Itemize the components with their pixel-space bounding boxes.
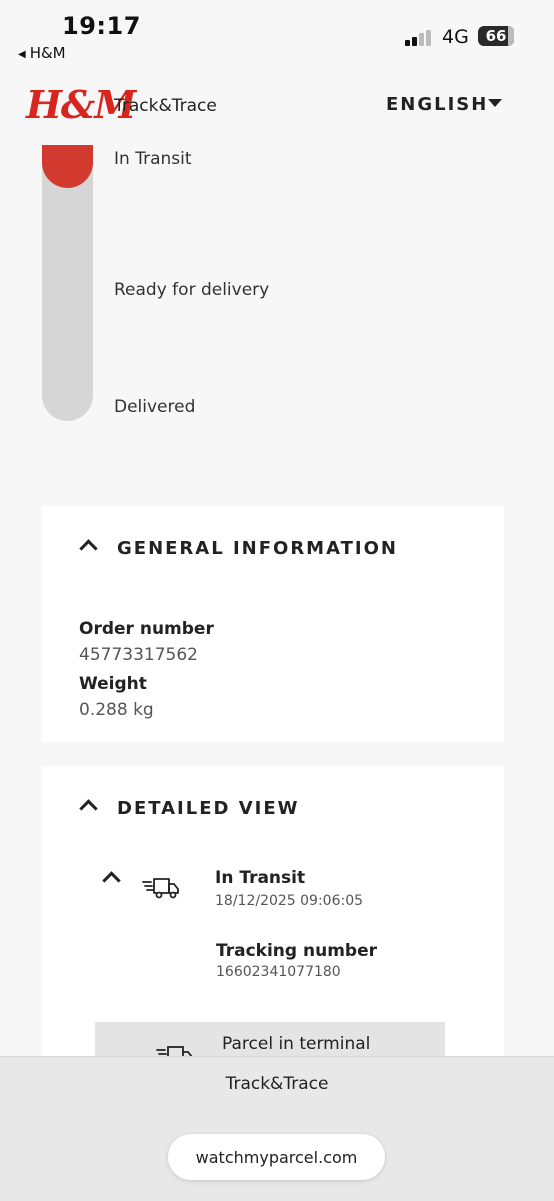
step-delivered: Delivered bbox=[114, 397, 196, 417]
network-type: 4G bbox=[442, 26, 469, 48]
back-arrow-icon: ◀ bbox=[18, 49, 26, 60]
language-selector[interactable]: ENGLISH bbox=[386, 94, 488, 115]
step-ready-for-delivery: Ready for delivery bbox=[114, 280, 270, 300]
battery-icon: 66 bbox=[478, 26, 514, 46]
weight-value: 0.288 kg bbox=[79, 700, 154, 720]
event-status: Parcel in terminal bbox=[222, 1034, 371, 1054]
back-app-label: H&M bbox=[29, 44, 66, 62]
page-title: Track&Trace bbox=[114, 96, 217, 116]
tracking-number-label: Tracking number bbox=[216, 941, 377, 961]
back-to-app[interactable]: ◀ H&M bbox=[18, 44, 66, 62]
event-datetime: 18/12/2025 09:06:05 bbox=[215, 893, 364, 909]
tracking-number-value: 16602341077180 bbox=[216, 964, 341, 980]
status-time: 19:17 bbox=[62, 12, 141, 40]
weight-label: Weight bbox=[79, 674, 147, 694]
signal-icon bbox=[405, 30, 431, 46]
detailed-view-title[interactable]: DETAILED VIEW bbox=[117, 798, 300, 819]
step-in-transit: In Transit bbox=[114, 149, 192, 169]
order-number-label: Order number bbox=[79, 619, 214, 639]
event-status: In Transit bbox=[215, 868, 306, 888]
browser-page-title: Track&Trace bbox=[225, 1074, 329, 1094]
chevron-down-icon[interactable] bbox=[488, 99, 502, 107]
battery-level: 66 bbox=[485, 27, 507, 45]
address-bar[interactable]: watchmyparcel.com bbox=[168, 1134, 385, 1180]
delivery-truck-icon bbox=[142, 878, 179, 899]
order-number-value: 45773317562 bbox=[79, 645, 198, 665]
general-information-title[interactable]: GENERAL INFORMATION bbox=[117, 538, 398, 559]
